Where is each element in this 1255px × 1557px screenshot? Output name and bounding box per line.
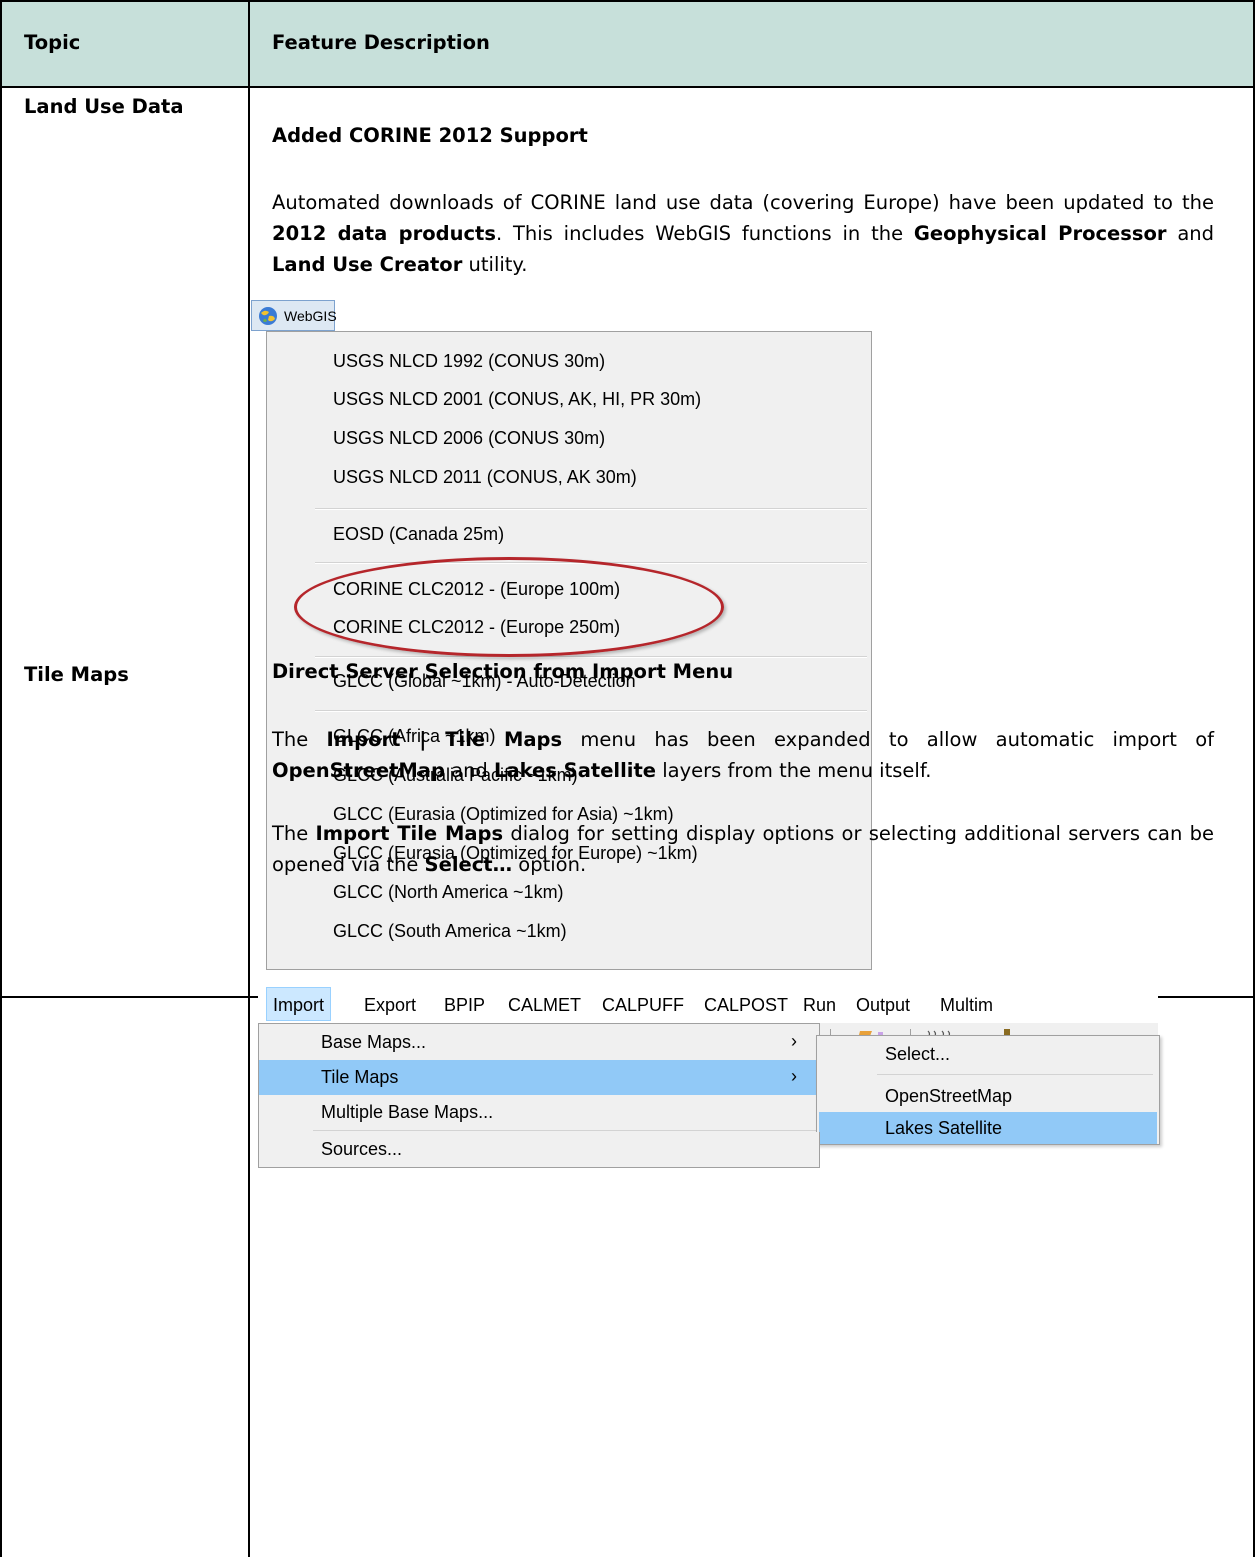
menu-item-base-maps[interactable]: Base Maps... ›	[259, 1025, 819, 1060]
menu-item[interactable]: USGS NLCD 2006 (CONUS 30m)	[333, 428, 605, 449]
menu-separator	[877, 1074, 1153, 1075]
menu-item-multiple-base-maps[interactable]: Multiple Base Maps...	[259, 1095, 819, 1130]
table-border-top	[0, 0, 1255, 2]
menubar-bpip[interactable]: BPIP	[444, 995, 485, 1016]
webgis-button[interactable]: WebGIS	[251, 300, 337, 331]
paragraph-import-dialog: The Import Tile Maps dialog for setting …	[272, 822, 1214, 876]
header-topic: Topic	[24, 31, 81, 54]
menu-bar: Import Export BPIP CALMET CALPUFF CALPOS…	[258, 987, 1158, 1023]
import-dropdown-menu: Base Maps... › Tile Maps › Multiple Base…	[258, 1023, 820, 1144]
webgis-button-label: WebGIS	[284, 308, 337, 324]
menu-item-label: Tile Maps	[321, 1067, 399, 1087]
menubar-calpost[interactable]: CALPOST	[704, 995, 788, 1016]
menu-separator	[315, 508, 867, 510]
menu-item[interactable]: USGS NLCD 1992 (CONUS 30m)	[333, 351, 605, 372]
row-topic-land-use: Land Use Data	[24, 95, 184, 118]
menubar-output[interactable]: Output	[856, 995, 910, 1016]
menu-item-sources[interactable]: Sources...	[258, 1132, 820, 1168]
chevron-right-icon: ›	[791, 1066, 797, 1086]
highlight-ellipse	[294, 557, 724, 657]
paragraph-corine: Automated downloads of CORINE land use d…	[272, 191, 1215, 276]
menu-separator	[315, 710, 867, 712]
menu-separator	[313, 1130, 817, 1131]
menu-item-label: Sources...	[321, 1139, 403, 1159]
menubar-calmet[interactable]: CALMET	[508, 995, 581, 1016]
menubar-calpuff[interactable]: CALPUFF	[602, 995, 684, 1016]
table-header	[0, 0, 1255, 87]
menu-item-tile-maps[interactable]: Tile Maps ›	[259, 1060, 819, 1095]
menu-item[interactable]: GLCC (South America ~1km)	[333, 921, 567, 942]
menu-separator	[315, 656, 867, 658]
menubar-run[interactable]: Run	[803, 995, 836, 1016]
menu-item[interactable]: USGS NLCD 2011 (CONUS, AK 30m)	[333, 467, 637, 488]
header-feature-description: Feature Description	[272, 31, 490, 54]
menubar-import[interactable]: Import	[266, 987, 332, 1021]
menu-item-label: Base Maps...	[321, 1032, 427, 1052]
menu-item-label: Multiple Base Maps...	[321, 1102, 494, 1122]
submenu-item-select[interactable]: Select...	[819, 1038, 1157, 1070]
tile-maps-submenu: Select... OpenStreetMap Lakes Satellite	[816, 1035, 1160, 1145]
table-column-divider	[248, 0, 250, 1557]
menu-item[interactable]: GLCC (North America ~1km)	[333, 882, 564, 903]
submenu-item-lakes-satellite[interactable]: Lakes Satellite	[819, 1112, 1157, 1144]
menubar-multim[interactable]: Multim	[940, 995, 993, 1016]
table-border-header	[0, 86, 1255, 88]
row-topic-tile-maps: Tile Maps	[24, 663, 129, 686]
submenu-item-label: Select...	[885, 1044, 951, 1064]
submenu-item-openstreetmap[interactable]: OpenStreetMap	[819, 1080, 1157, 1112]
table-border-left	[0, 0, 2, 1557]
chevron-right-icon: ›	[791, 1031, 797, 1051]
row-title-corine: Added CORINE 2012 Support	[272, 124, 588, 147]
row-title-direct-server: Direct Server Selection from Import Menu	[272, 660, 734, 683]
menu-item[interactable]: EOSD (Canada 25m)	[333, 524, 504, 545]
feature-table: Topic Feature Description Land Use Data …	[0, 0, 1255, 1557]
submenu-item-label: Lakes Satellite	[885, 1118, 1003, 1138]
menu-item[interactable]: USGS NLCD 2001 (CONUS, AK, HI, PR 30m)	[333, 389, 701, 410]
paragraph-import-tile-maps: The Import | Tile Maps menu has been exp…	[272, 728, 1214, 782]
menubar-export[interactable]: Export	[364, 995, 416, 1016]
submenu-item-label: OpenStreetMap	[885, 1086, 1013, 1106]
globe-icon	[259, 307, 277, 325]
